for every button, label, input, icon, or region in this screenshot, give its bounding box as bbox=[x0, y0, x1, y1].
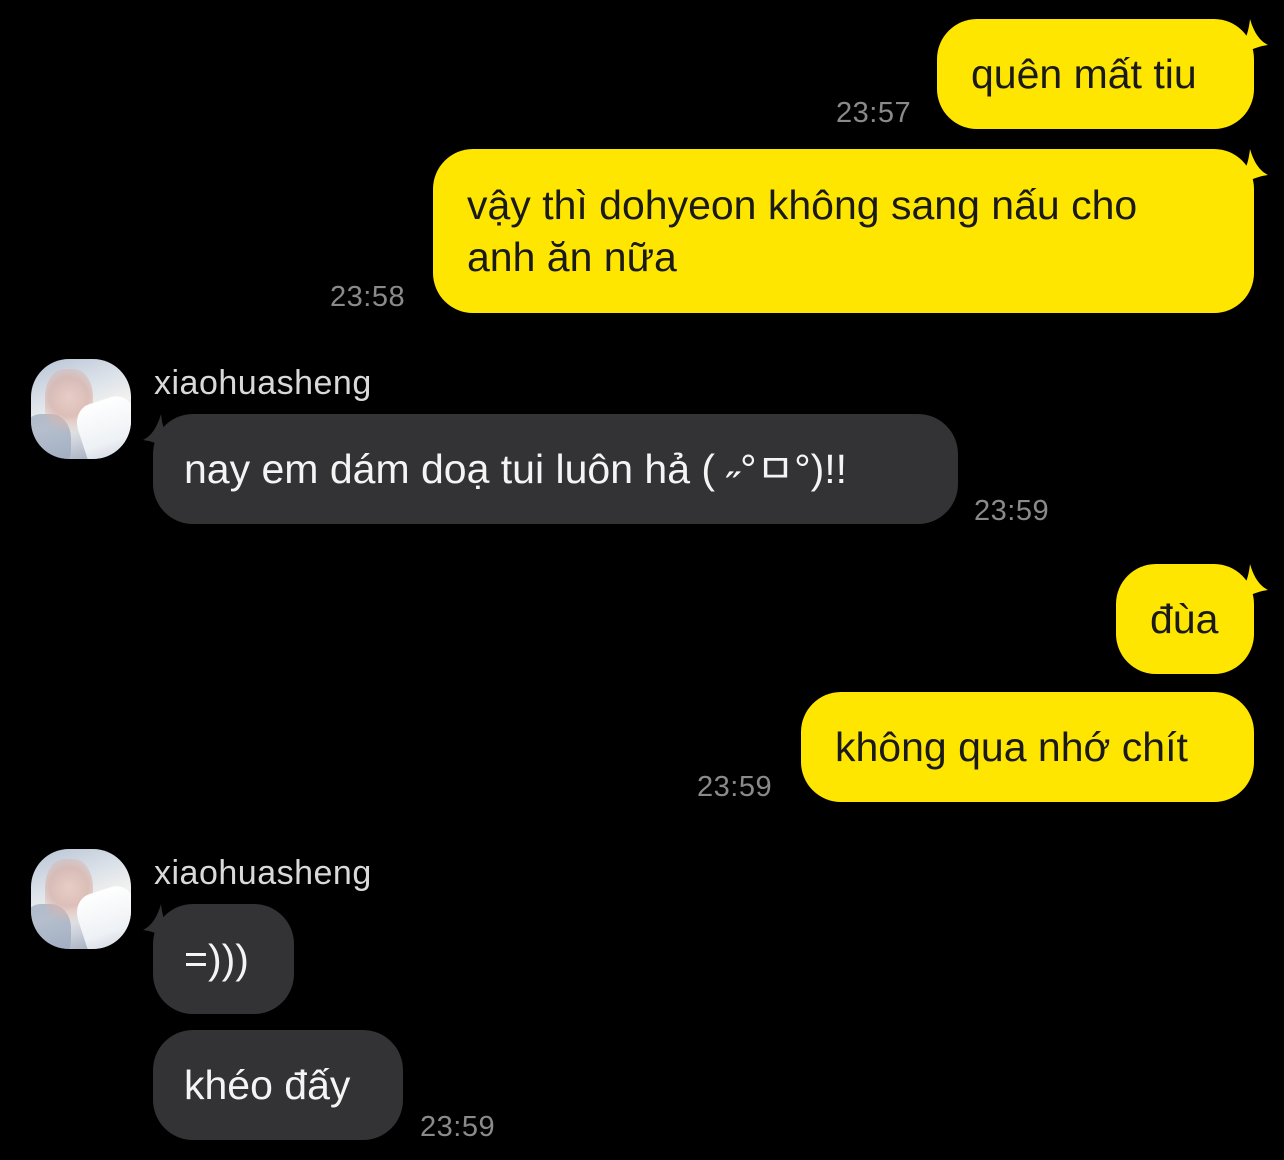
message-timestamp: 23:59 bbox=[420, 1111, 496, 1143]
message-text: nay em dám doạ tui luôn hả ( ˶°ㅁ°)!! bbox=[184, 446, 848, 492]
message-text: quên mất tiu bbox=[971, 51, 1197, 97]
message-timestamp: 23:58 bbox=[330, 281, 406, 313]
chat-message-list[interactable]: quên mất tiu 23:57 vậy thì dohyeon không… bbox=[0, 0, 1284, 1160]
avatar[interactable] bbox=[31, 359, 131, 459]
sender-name: xiaohuasheng bbox=[154, 854, 372, 892]
sender-name: xiaohuasheng bbox=[154, 364, 372, 402]
avatar[interactable] bbox=[31, 849, 131, 949]
outgoing-message-bubble[interactable]: không qua nhớ chít bbox=[801, 692, 1254, 802]
bubble-tail-icon bbox=[1222, 564, 1268, 610]
message-text: không qua nhớ chít bbox=[835, 724, 1188, 770]
bubble-tail-icon bbox=[1222, 19, 1268, 65]
bubble-tail-icon bbox=[143, 414, 189, 460]
message-text: vậy thì dohyeon không sang nấu cho anh ă… bbox=[467, 182, 1138, 280]
message-timestamp: 23:59 bbox=[697, 771, 773, 803]
message-timestamp: 23:57 bbox=[836, 97, 912, 129]
message-text: khéo đấy bbox=[184, 1062, 351, 1108]
outgoing-message-bubble[interactable]: quên mất tiu bbox=[937, 19, 1254, 129]
message-text: đùa bbox=[1150, 596, 1219, 642]
incoming-message-bubble[interactable]: nay em dám doạ tui luôn hả ( ˶°ㅁ°)!! bbox=[153, 414, 958, 524]
incoming-message-bubble[interactable]: khéo đấy bbox=[153, 1030, 403, 1140]
message-text: =))) bbox=[184, 936, 249, 982]
bubble-tail-icon bbox=[1222, 149, 1268, 195]
message-timestamp: 23:59 bbox=[974, 495, 1050, 527]
outgoing-message-bubble[interactable]: vậy thì dohyeon không sang nấu cho anh ă… bbox=[433, 149, 1254, 313]
bubble-tail-icon bbox=[143, 904, 189, 950]
